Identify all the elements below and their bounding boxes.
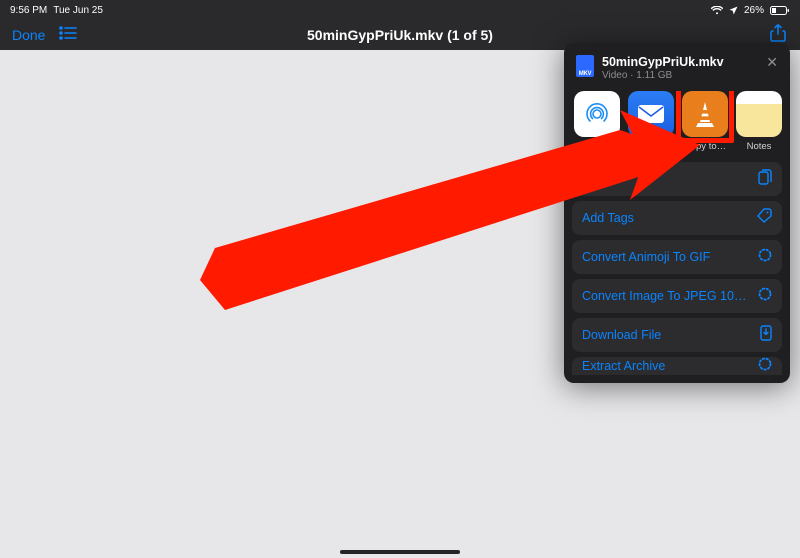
share-app-airdrop[interactable]: AirDrop bbox=[574, 91, 620, 152]
share-filename: 50minGypPriUk.mkv bbox=[602, 55, 758, 69]
action-add-tags[interactable]: Add Tags bbox=[572, 201, 782, 235]
wifi-icon bbox=[711, 6, 723, 15]
action-convert-image-jpeg[interactable]: Convert Image To JPEG 1000px bbox=[572, 279, 782, 313]
action-label: Copy bbox=[582, 172, 611, 186]
action-label: Extract Archive bbox=[582, 359, 665, 373]
spinner-icon bbox=[758, 357, 772, 375]
download-icon bbox=[760, 325, 772, 346]
share-app-label: Notes bbox=[736, 141, 782, 152]
share-app-notes[interactable]: Notes bbox=[736, 91, 782, 152]
share-action-list: Copy Add Tags Convert Animoji To GIF Con… bbox=[572, 162, 782, 375]
action-download-file[interactable]: Download File bbox=[572, 318, 782, 352]
battery-percent: 26% bbox=[744, 5, 764, 16]
annotation-highlight-box bbox=[676, 91, 734, 143]
close-icon[interactable]: ✕ bbox=[766, 55, 778, 69]
battery-icon bbox=[770, 6, 790, 15]
action-label: Convert Image To JPEG 1000px bbox=[582, 289, 750, 303]
action-copy[interactable]: Copy bbox=[572, 162, 782, 196]
tag-icon bbox=[757, 208, 772, 228]
notes-icon bbox=[736, 91, 782, 137]
share-subtitle: Video · 1.11 GB bbox=[602, 70, 758, 81]
mail-icon bbox=[637, 104, 665, 124]
action-label: Add Tags bbox=[582, 211, 634, 225]
spinner-icon bbox=[758, 248, 772, 267]
statusbar-date: Tue Jun 25 bbox=[53, 5, 103, 16]
location-icon bbox=[729, 6, 738, 15]
spinner-icon bbox=[758, 287, 772, 306]
done-button[interactable]: Done bbox=[12, 27, 45, 43]
share-app-row: AirDrop Mail bbox=[572, 91, 782, 162]
action-label: Convert Animoji To GIF bbox=[582, 250, 710, 264]
action-extract-archive[interactable]: Extract Archive bbox=[572, 357, 782, 375]
vlc-cone-icon bbox=[692, 99, 718, 129]
page-title: 50minGypPriUk.mkv (1 of 5) bbox=[0, 27, 800, 43]
share-app-label: AirDrop bbox=[574, 141, 620, 152]
list-icon[interactable] bbox=[59, 26, 77, 45]
action-convert-animoji[interactable]: Convert Animoji To GIF bbox=[572, 240, 782, 274]
copy-icon bbox=[758, 169, 772, 190]
home-indicator bbox=[340, 550, 460, 554]
share-app-vlc[interactable]: Copy to… bbox=[682, 91, 728, 152]
share-app-mail[interactable]: Mail bbox=[628, 91, 674, 152]
action-label: Download File bbox=[582, 328, 661, 342]
statusbar-time: 9:56 PM bbox=[10, 5, 47, 16]
document-icon: MKV bbox=[576, 55, 594, 77]
airdrop-icon bbox=[582, 99, 612, 129]
status-bar: 9:56 PM Tue Jun 25 26% bbox=[0, 0, 800, 20]
share-app-label: Mail bbox=[628, 141, 674, 152]
share-sheet: MKV 50minGypPriUk.mkv Video · 1.11 GB ✕ … bbox=[564, 43, 790, 383]
share-app-label: Copy to… bbox=[682, 141, 728, 152]
